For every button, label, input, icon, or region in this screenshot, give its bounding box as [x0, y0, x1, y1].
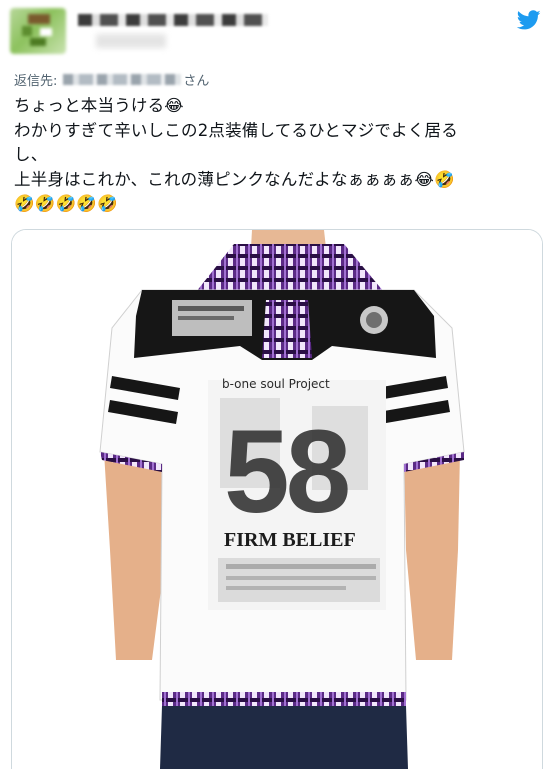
tweet-photo[interactable]: b-one soul Project 58 FIRM BELIEF	[11, 229, 543, 769]
reply-to-line: 返信先: さん	[14, 70, 209, 89]
tweet-text: ちょっと本当うける😂 わかりすぎて辛いしこの2点装備してるひとマジでよく居る し…	[14, 94, 539, 217]
user-handle-blurred[interactable]	[96, 34, 166, 48]
reply-to-suffix: さん	[183, 74, 210, 89]
model-jeans	[160, 706, 408, 769]
twitter-bird-icon[interactable]	[515, 8, 543, 32]
shirt-slogan: FIRM BELIEF	[224, 529, 356, 551]
tweet-text-line: わかりすぎて辛いしこの2点装備してるひとマジでよく居る	[14, 120, 458, 140]
reply-to-label: 返信先:	[14, 74, 58, 89]
shirt-text-top: b-one soul Project	[222, 377, 330, 391]
tweet-text-line: し、	[14, 145, 48, 164]
display-name-blurred[interactable]	[78, 14, 268, 26]
shirt-big-number: 58	[224, 406, 348, 538]
reply-to-user-blurred[interactable]	[63, 74, 182, 85]
avatar[interactable]	[10, 8, 66, 54]
tweet-text-line: ちょっと本当うける😂	[14, 96, 184, 115]
tweet-header	[0, 0, 550, 62]
tweet-text-line: 🤣🤣🤣🤣🤣	[14, 194, 118, 213]
shirt-photo-illustration: b-one soul Project 58 FIRM BELIEF	[12, 230, 542, 769]
tweet-text-line: 上半身はこれか、これの薄ピンクなんだよなぁぁぁぁ😂🤣	[14, 169, 455, 189]
